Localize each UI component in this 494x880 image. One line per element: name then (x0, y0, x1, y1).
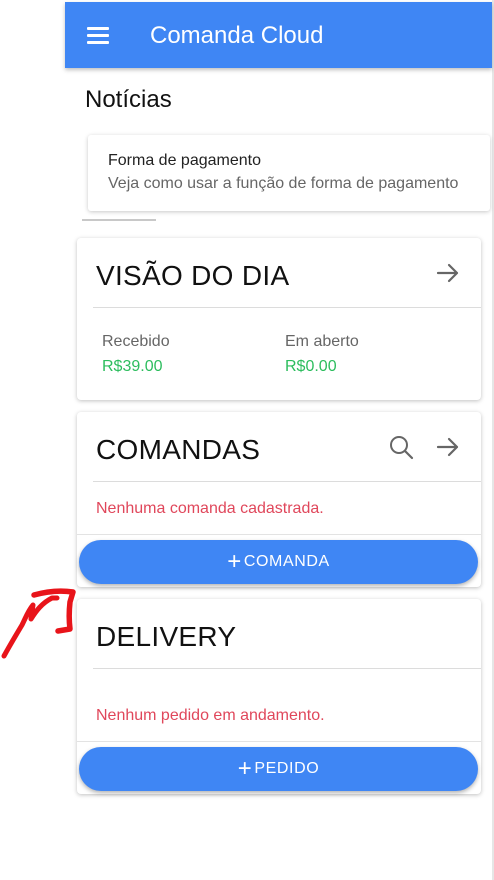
arrow-right-icon[interactable] (435, 434, 461, 460)
news-card-subtitle: Veja como usar a função de forma de paga… (108, 175, 459, 192)
app-title: Comanda Cloud (150, 22, 324, 49)
received-value: R$39.00 (102, 358, 163, 375)
top-app-bar: Comanda Cloud (65, 2, 492, 68)
app-screen: Comanda Cloud Notícias Forma de pagament… (65, 2, 492, 880)
open-label: Em aberto (285, 333, 359, 350)
add-comanda-button[interactable]: + COMANDA (79, 540, 478, 584)
add-pedido-label: PEDIDO (254, 760, 320, 777)
delivery-card: DELIVERY Nenhum pedido em andamento. + P… (77, 599, 481, 794)
search-icon[interactable] (388, 434, 414, 460)
plus-icon: + (237, 755, 253, 782)
plus-icon: + (227, 548, 242, 575)
day-overview-card: VISÃO DO DIA Recebido R$39.00 Em aberto … (77, 238, 481, 400)
arrow-right-icon[interactable] (435, 260, 461, 286)
news-card-title: Forma de pagamento (108, 152, 261, 169)
delivery-title: DELIVERY (96, 621, 237, 652)
carousel-indicator (82, 219, 156, 221)
card-divider (93, 481, 481, 482)
card-divider (93, 668, 481, 669)
card-divider (77, 534, 481, 535)
add-pedido-button[interactable]: + PEDIDO (79, 747, 478, 791)
news-section-title: Notícias (85, 86, 172, 113)
card-divider (77, 741, 481, 742)
menu-icon[interactable] (87, 27, 109, 44)
open-value: R$0.00 (285, 358, 337, 375)
add-comanda-label: COMANDA (243, 553, 330, 570)
comandas-card: COMANDAS Nenhuma comanda cadastrada. + C… (77, 412, 481, 587)
card-divider (93, 307, 481, 308)
delivery-empty-message: Nenhum pedido em andamento. (96, 707, 325, 724)
day-overview-title: VISÃO DO DIA (96, 260, 290, 291)
annotation-arrow-icon (1, 588, 76, 659)
comandas-empty-message: Nenhuma comanda cadastrada. (96, 500, 324, 517)
news-card[interactable]: Forma de pagamento Veja como usar a funç… (88, 135, 490, 211)
received-label: Recebido (102, 333, 170, 350)
comandas-title: COMANDAS (96, 434, 261, 465)
